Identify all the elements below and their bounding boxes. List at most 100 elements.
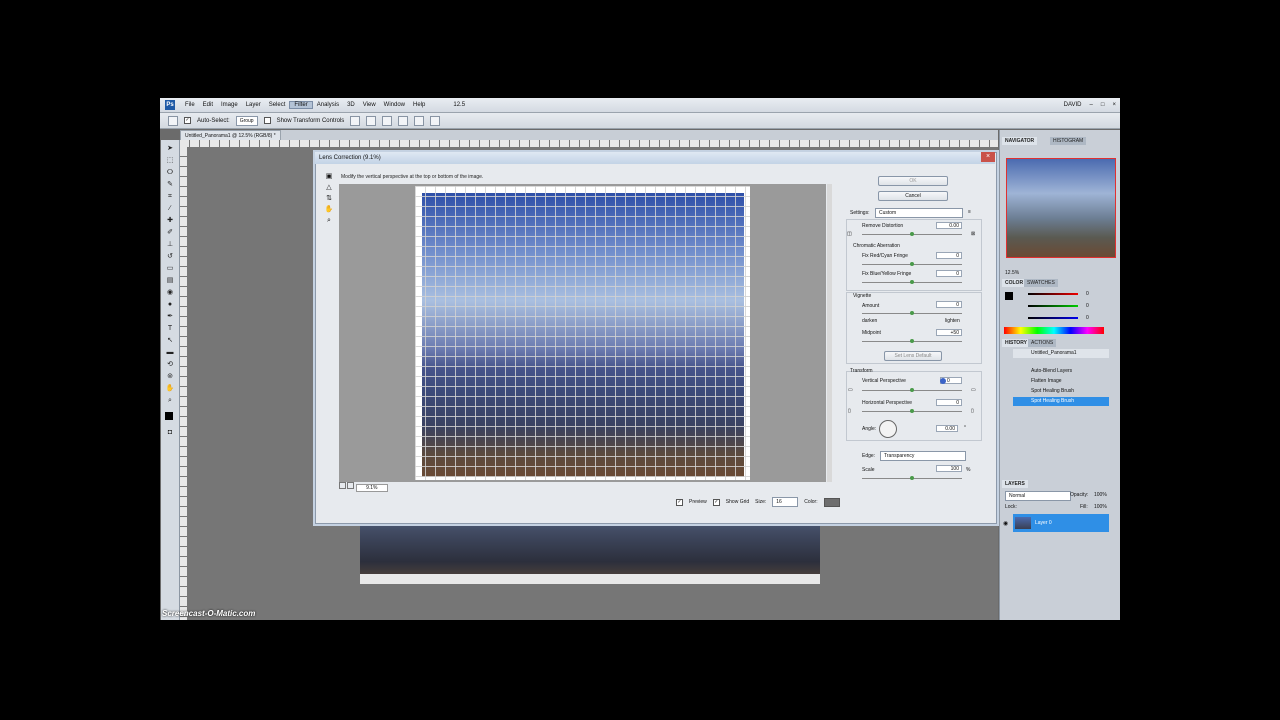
- dodge-tool-icon[interactable]: ●: [165, 300, 175, 309]
- move-grid-tool-icon[interactable]: ⇅: [324, 194, 334, 203]
- tab-histogram[interactable]: HISTOGRAM: [1050, 137, 1087, 145]
- eyedropper-tool-icon[interactable]: ∕: [165, 204, 175, 213]
- maximize-icon[interactable]: □: [1097, 102, 1109, 108]
- angle-field[interactable]: 0.00: [936, 425, 958, 432]
- history-item[interactable]: Spot Healing Brush: [1013, 387, 1109, 396]
- blur-tool-icon[interactable]: ◉: [165, 288, 175, 297]
- menu-help[interactable]: Help: [409, 102, 429, 108]
- show-grid-checkbox[interactable]: ✓: [712, 498, 720, 506]
- horizontal-perspective-field[interactable]: 0: [936, 399, 962, 406]
- navigator-thumbnail[interactable]: [1006, 158, 1116, 258]
- marquee-tool-icon[interactable]: ⬚: [165, 156, 175, 165]
- align-left-icon[interactable]: [398, 115, 409, 126]
- 3d-orbit-tool-icon[interactable]: ⊚: [165, 372, 175, 381]
- angle-dial[interactable]: [879, 420, 897, 438]
- history-snapshot[interactable]: Untitled_Panorama1: [1013, 349, 1109, 358]
- menu-select[interactable]: Select: [265, 102, 290, 108]
- menu-3d[interactable]: 3D: [343, 102, 359, 108]
- menu-file[interactable]: File: [181, 102, 199, 108]
- remove-distortion-tool-icon[interactable]: ▣: [324, 172, 334, 181]
- layer-name[interactable]: Layer 0: [1035, 520, 1052, 526]
- navigator-zoom[interactable]: 12.5%: [1005, 270, 1019, 276]
- menu-view[interactable]: View: [359, 102, 380, 108]
- 3d-rotate-tool-icon[interactable]: ⟲: [165, 360, 175, 369]
- zoom-tool-icon[interactable]: ⌕: [165, 396, 175, 405]
- menu-layer[interactable]: Layer: [242, 102, 265, 108]
- align-right-icon[interactable]: [430, 115, 441, 126]
- preview-scrollbar[interactable]: [827, 184, 832, 482]
- quick-mask-icon[interactable]: ◘: [165, 428, 175, 437]
- healing-tool-icon[interactable]: ✚: [165, 216, 175, 225]
- green-value[interactable]: 0: [1086, 303, 1089, 309]
- menu-analysis[interactable]: Analysis: [313, 102, 343, 108]
- crop-tool-icon[interactable]: ⌗: [165, 192, 175, 201]
- close-icon[interactable]: ×: [981, 152, 995, 162]
- cancel-button[interactable]: Cancel: [878, 191, 948, 201]
- gradient-tool-icon[interactable]: ▤: [165, 276, 175, 285]
- workspace-switcher[interactable]: DAVID: [1060, 102, 1086, 108]
- fix-red-cyan-knob[interactable]: [910, 262, 914, 266]
- blend-mode-select[interactable]: Normal: [1005, 491, 1071, 501]
- ok-button[interactable]: OK: [878, 176, 948, 186]
- midpoint-knob[interactable]: [910, 339, 914, 343]
- set-lens-default-button[interactable]: Set Lens Default: [884, 351, 942, 361]
- tab-swatches[interactable]: SWATCHES: [1024, 279, 1058, 287]
- foreground-swatch[interactable]: [1005, 292, 1013, 300]
- type-tool-icon[interactable]: T: [165, 324, 175, 333]
- tab-layers[interactable]: LAYERS: [1002, 480, 1028, 488]
- blue-value[interactable]: 0: [1086, 315, 1089, 321]
- fix-blue-yellow-knob[interactable]: [910, 280, 914, 284]
- zoom-tool-icon[interactable]: ⌕: [324, 216, 334, 225]
- scale-knob[interactable]: [910, 476, 914, 480]
- align-middle-icon[interactable]: [366, 115, 377, 126]
- color-spectrum[interactable]: [1004, 327, 1104, 334]
- layer-row[interactable]: Layer 0: [1013, 514, 1109, 532]
- vertical-perspective-knob[interactable]: [910, 388, 914, 392]
- auto-select-checkbox[interactable]: ✓: [184, 117, 191, 124]
- lasso-tool-icon[interactable]: ⵔ: [165, 168, 175, 177]
- align-center-icon[interactable]: [414, 115, 425, 126]
- preview-checkbox[interactable]: ✓: [676, 498, 683, 506]
- zoom-in-icon[interactable]: [347, 482, 355, 489]
- red-value[interactable]: 0: [1086, 291, 1089, 297]
- minimize-icon[interactable]: –: [1086, 102, 1097, 108]
- path-select-tool-icon[interactable]: ↖: [165, 336, 175, 345]
- amount-field[interactable]: 0: [936, 301, 962, 308]
- eraser-tool-icon[interactable]: ▭: [165, 264, 175, 273]
- tab-color[interactable]: COLOR: [1002, 279, 1027, 287]
- history-item[interactable]: Flatten Image: [1013, 377, 1109, 386]
- blue-slider[interactable]: [1028, 317, 1078, 319]
- remove-distortion-knob[interactable]: [910, 232, 914, 236]
- fill-value[interactable]: 100%: [1094, 504, 1107, 510]
- shape-tool-icon[interactable]: ▬: [165, 348, 175, 357]
- midpoint-field[interactable]: +50: [936, 329, 962, 336]
- zoom-out-icon[interactable]: [339, 482, 346, 489]
- grid-size-select[interactable]: 16: [772, 497, 799, 507]
- settings-select[interactable]: Custom: [875, 208, 963, 218]
- straighten-tool-icon[interactable]: △: [324, 183, 334, 192]
- quick-select-tool-icon[interactable]: ✎: [165, 180, 175, 189]
- green-slider[interactable]: [1028, 305, 1078, 307]
- tab-navigator[interactable]: NAVIGATOR: [1002, 137, 1038, 145]
- zoom-level-select[interactable]: 12.5: [449, 102, 469, 108]
- brush-tool-icon[interactable]: ✐: [165, 228, 175, 237]
- remove-distortion-field[interactable]: 0.00: [936, 222, 962, 229]
- horizontal-perspective-knob[interactable]: [910, 409, 914, 413]
- edge-select[interactable]: Transparency: [880, 451, 966, 461]
- hand-tool-icon[interactable]: ✋: [165, 384, 175, 393]
- stamp-tool-icon[interactable]: ⊥: [165, 240, 175, 249]
- menu-edit[interactable]: Edit: [199, 102, 217, 108]
- history-brush-tool-icon[interactable]: ↺: [165, 252, 175, 261]
- fix-blue-yellow-field[interactable]: 0: [936, 270, 962, 277]
- red-slider[interactable]: [1028, 293, 1078, 295]
- move-tool-icon[interactable]: ➤: [165, 144, 175, 153]
- tab-history[interactable]: HISTORY: [1002, 339, 1030, 347]
- foreground-color-swatch[interactable]: [165, 412, 173, 420]
- eye-icon[interactable]: ◉: [1003, 520, 1008, 527]
- history-item-selected[interactable]: Spot Healing Brush: [1013, 397, 1109, 406]
- scale-field[interactable]: 100: [936, 465, 962, 472]
- amount-knob[interactable]: [910, 311, 914, 315]
- align-top-icon[interactable]: [350, 115, 361, 126]
- settings-menu-icon[interactable]: ≡: [968, 209, 971, 215]
- pen-tool-icon[interactable]: ✒: [165, 312, 175, 321]
